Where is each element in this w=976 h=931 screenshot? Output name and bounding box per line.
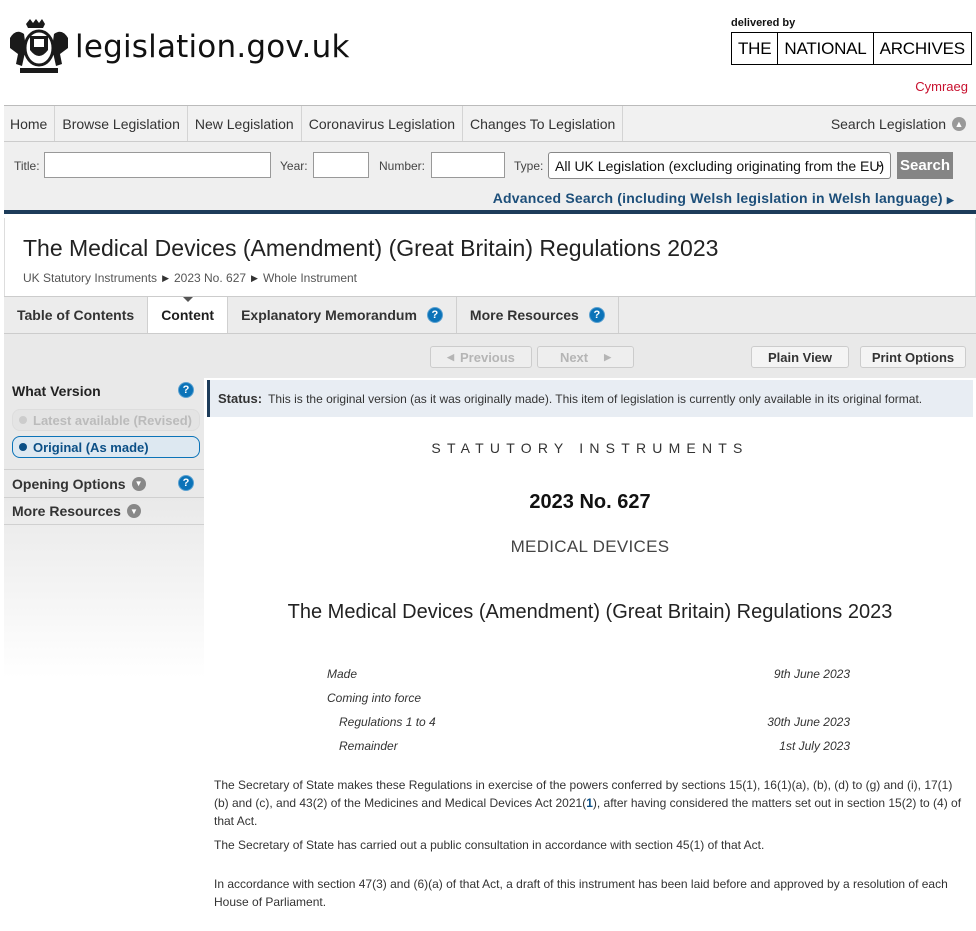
year-input[interactable] [313,152,369,178]
date-label: Remainder [339,739,398,753]
arrow-right-icon: ▶ [604,351,612,362]
search-button[interactable]: Search [897,152,953,179]
delivered-by-label: delivered by [731,17,796,29]
nav-item-home[interactable]: Home [4,106,56,141]
help-icon[interactable]: ? [426,307,443,323]
plain-view-button[interactable]: Plain View [751,346,849,368]
tna-word: NATIONAL [778,33,874,64]
print-options-button[interactable]: Print Options [860,346,966,368]
search-legislation-toggle[interactable]: Search Legislation ▲ [831,106,966,141]
date-value: 9th June 2023 [773,667,850,681]
date-value: 30th June 2023 [767,715,850,729]
arrow-left-icon: ◀ [447,351,454,362]
more-resources-toggle[interactable]: More Resources ▼ [4,497,204,525]
preamble-paragraph: The Secretary of State has carried out a… [214,838,765,852]
type-label: Type: [514,159,544,173]
document-tabs: Table of Contents Content Explanatory Me… [4,296,976,334]
date-label: Made [327,667,358,681]
radio-dot-icon [19,443,27,451]
year-label: Year: [280,159,308,173]
chevron-down-icon: ⌄ [874,156,885,170]
type-select[interactable]: All UK Legislation (excluding originatin… [548,152,891,179]
tab-more-resources[interactable]: More Resources? [457,297,619,333]
nav-item-new[interactable]: New Legislation [188,106,302,141]
arrow-right-icon: ▶ [162,272,169,283]
footnote-link[interactable]: 1 [586,796,593,810]
status-banner: Status: This is the original version (as… [207,380,973,417]
language-link-welsh[interactable]: Cymraeg [915,79,968,94]
site-logo[interactable]: legislation.gov.uk [6,18,350,76]
date-label: Regulations 1 to 4 [339,715,436,729]
nav-item-changes[interactable]: Changes To Legislation [463,106,624,141]
breadcrumb: UK Statutory Instruments ▶ 2023 No. 627 … [23,271,357,285]
search-legislation-label: Search Legislation [830,115,946,132]
opening-options-toggle[interactable]: Opening Options ▼ [4,469,204,497]
previous-button[interactable]: ◀ Previous [430,346,532,368]
version-latest-button[interactable]: Latest available (Revised) [12,409,200,431]
breadcrumb-item-current: Whole Instrument [262,271,358,285]
number-input[interactable] [431,152,505,178]
chevron-up-icon: ▲ [952,116,966,131]
national-archives-logo[interactable]: THE NATIONAL ARCHIVES [731,32,972,65]
title-label: Title: [14,159,40,173]
help-icon[interactable]: ? [178,475,194,491]
breadcrumb-item[interactable]: UK Statutory Instruments [23,271,157,285]
site-name: legislation.gov.uk [75,29,350,65]
radio-dot-icon [19,416,27,424]
advanced-search-link[interactable]: Advanced Search (including Welsh legisla… [493,190,954,206]
number-label: Number: [379,159,426,173]
tna-word: THE [732,33,779,64]
version-original-button[interactable]: Original (As made) [12,436,200,458]
arrow-right-icon: ▶ [251,272,258,283]
chevron-down-icon: ▼ [131,476,146,491]
status-label: Status: [218,391,263,406]
date-label: Coming into force [327,691,422,705]
help-icon[interactable]: ? [588,307,605,323]
nav-item-coronavirus[interactable]: Coronavirus Legislation [302,106,464,141]
sidebar: What Version ? Latest available (Revised… [4,378,204,678]
instrument-title: The Medical Devices (Amendment) (Great B… [287,601,893,623]
title-input[interactable] [44,152,271,178]
chevron-down-icon: ▼ [126,504,141,518]
instrument-subject: MEDICAL DEVICES [510,537,670,556]
help-icon[interactable]: ? [178,382,194,398]
main-navigation: Home Browse Legislation New Legislation … [4,105,976,142]
preamble-paragraph: In accordance with section 47(3) and (6)… [214,877,948,909]
nav-item-browse[interactable]: Browse Legislation [55,106,188,141]
tab-content[interactable]: Content [148,297,229,333]
tab-explanatory-memorandum[interactable]: Explanatory Memorandum? [228,297,457,333]
type-select-value: All UK Legislation (excluding originatin… [555,157,885,174]
date-value: 1st July 2023 [779,739,850,753]
tna-word: ARCHIVES [879,38,966,58]
tab-table-of-contents[interactable]: Table of Contents [4,297,149,333]
instrument-type-heading: STATUTORY INSTRUMENTS [431,440,749,456]
arrow-right-icon: ▶ [946,195,954,205]
what-version-heading: What Version [12,383,101,399]
breadcrumb-item[interactable]: 2023 No. 627 [174,271,246,285]
search-panel: Title: Year: Number: Type: All UK Legisl… [4,142,976,214]
next-button[interactable]: Next ▶ [537,346,634,368]
content-toolbar: ◀ Previous Next ▶ Plain View Print Options [4,334,976,378]
instrument-number: 2023 No. 627 [529,491,651,513]
preamble-paragraph: The Secretary of State makes these Regul… [214,778,962,828]
royal-crest-icon [10,19,68,73]
document-header: The Medical Devices (Amendment) (Great B… [4,218,976,296]
page-title: The Medical Devices (Amendment) (Great B… [23,235,719,261]
status-text: This is the original version (as it was … [268,391,923,406]
